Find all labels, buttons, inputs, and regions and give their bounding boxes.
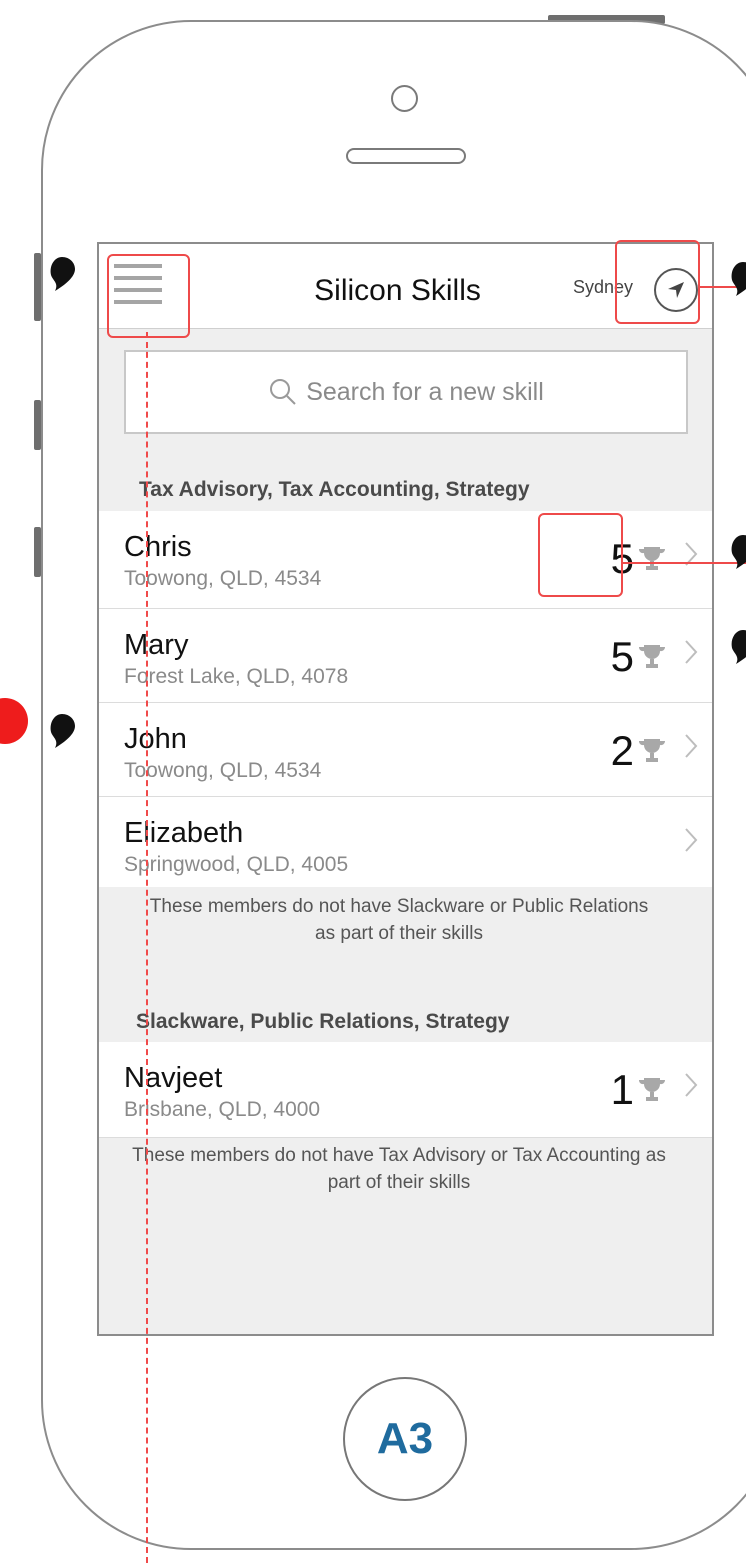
member-address: Brisbane, QLD, 4000	[124, 1098, 321, 1121]
home-button[interactable]: A3	[343, 1377, 467, 1501]
search-placeholder: Search for a new skill	[306, 377, 544, 406]
member-address: Forest Lake, QLD, 4078	[124, 665, 349, 688]
member-name: Navjeet	[124, 1062, 223, 1094]
volume-up-button	[34, 400, 41, 450]
chevron-right-icon	[685, 828, 698, 852]
list-item[interactable]: John Toowong, QLD, 4534 2	[99, 703, 712, 797]
annotation-pin-icon	[50, 714, 75, 748]
list-item[interactable]: Navjeet Brisbane, QLD, 4000 1	[99, 1042, 712, 1138]
section-note: These members do not have Slackware or P…	[149, 896, 649, 944]
search-icon	[270, 379, 296, 405]
chevron-right-icon	[685, 734, 698, 758]
member-name: Mary	[124, 629, 189, 661]
earpiece-speaker	[346, 148, 466, 164]
annotation-guide-line	[146, 332, 148, 1563]
member-score: 2	[610, 727, 634, 774]
trophy-icon	[639, 547, 666, 570]
front-camera	[391, 85, 418, 112]
member-name: Chris	[124, 531, 192, 563]
section-note: These members do not have Tax Advisory o…	[132, 1145, 666, 1193]
annotation-highlight-score	[538, 513, 623, 597]
member-score: 5	[610, 633, 634, 680]
member-address: Toowong, QLD, 4534	[124, 759, 322, 782]
annotation-highlight-menu	[107, 254, 190, 338]
list-item[interactable]: Elizabeth Springwood, QLD, 4005	[99, 797, 712, 887]
member-address: Toowong, QLD, 4534	[124, 567, 322, 590]
annotation-pin-icon	[731, 630, 746, 664]
chevron-right-icon	[685, 640, 698, 664]
annotation-highlight-location	[615, 240, 700, 324]
chevron-right-icon	[685, 1073, 698, 1097]
member-name: John	[124, 723, 187, 755]
trophy-icon	[639, 645, 666, 668]
trophy-icon	[639, 739, 666, 762]
member-address: Springwood, QLD, 4005	[124, 853, 349, 876]
member-score: 1	[610, 1066, 634, 1113]
annotation-pin-icon	[50, 257, 75, 291]
mute-switch	[34, 253, 41, 321]
section-header: Slackware, Public Relations, Strategy	[136, 1010, 510, 1033]
trophy-icon	[639, 1078, 666, 1101]
annotation-pin-icon	[731, 535, 746, 569]
annotation-pin-icon	[731, 262, 746, 296]
search-input[interactable]: Search for a new skill	[124, 350, 688, 434]
app-screen: Silicon Skills Sydney Search for a new s…	[97, 242, 714, 1336]
volume-down-button	[34, 527, 41, 577]
list-item[interactable]: Mary Forest Lake, QLD, 4078 5	[99, 609, 712, 703]
annotation-dot	[0, 698, 28, 744]
member-name: Elizabeth	[124, 817, 244, 849]
section-header: Tax Advisory, Tax Accounting, Strategy	[139, 478, 530, 501]
